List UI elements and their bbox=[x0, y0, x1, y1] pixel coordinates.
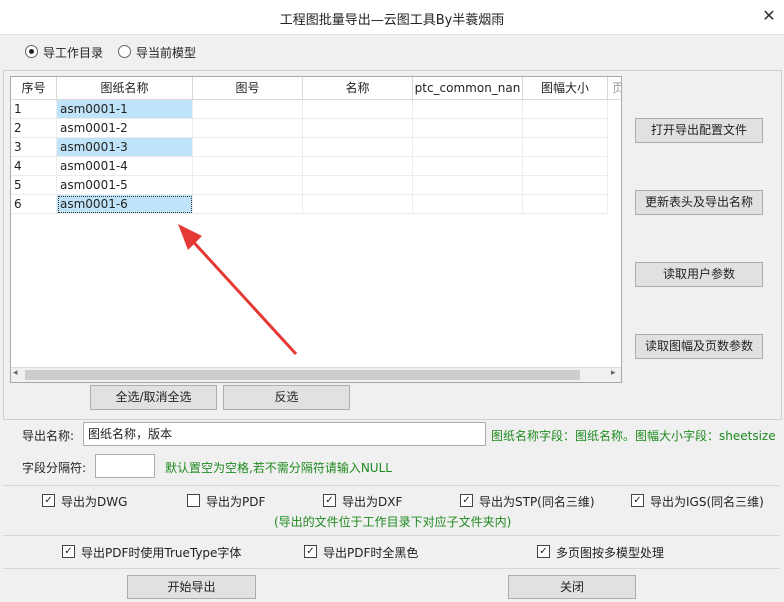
table-cell[interactable] bbox=[413, 157, 523, 176]
export-name-label: 导出名称: bbox=[22, 429, 75, 443]
close-button[interactable]: 关闭 bbox=[508, 575, 636, 599]
close-icon[interactable]: ✕ bbox=[760, 7, 778, 25]
col-header-drawing-no[interactable]: 图号 bbox=[193, 77, 303, 100]
table-cell[interactable] bbox=[523, 100, 608, 119]
row-index-cell[interactable]: 4 bbox=[11, 157, 57, 176]
checkbox-igs[interactable]: ✓ bbox=[631, 494, 644, 507]
drawing-name-cell[interactable]: asm0001-3 bbox=[57, 138, 193, 157]
col-header-name[interactable]: 名称 bbox=[303, 77, 413, 100]
scrollbar-thumb[interactable] bbox=[25, 370, 580, 380]
radio-current-model[interactable] bbox=[118, 45, 131, 58]
scroll-right-icon[interactable]: ▸ bbox=[611, 368, 616, 378]
export-location-note: (导出的文件位于工作目录下对应子文件夹内) bbox=[274, 515, 512, 529]
checkbox-multi-page[interactable]: ✓ bbox=[537, 545, 550, 558]
checkbox-truetype[interactable]: ✓ bbox=[62, 545, 75, 558]
checkbox-pdf[interactable] bbox=[187, 494, 200, 507]
table-cell[interactable] bbox=[193, 100, 303, 119]
checkbox-dxf[interactable]: ✓ bbox=[323, 494, 336, 507]
drawing-name-cell[interactable]: asm0001-4 bbox=[57, 157, 193, 176]
checkbox-dwg[interactable]: ✓ bbox=[42, 494, 55, 507]
open-config-button[interactable]: 打开导出配置文件 bbox=[635, 118, 763, 143]
start-export-button[interactable]: 开始导出 bbox=[127, 575, 256, 599]
table-cell[interactable] bbox=[523, 157, 608, 176]
table-cell[interactable] bbox=[193, 138, 303, 157]
table-cell[interactable] bbox=[303, 157, 413, 176]
col-header-ptc-common-name[interactable]: ptc_common_nan bbox=[413, 77, 523, 100]
col-header-drawing-name[interactable]: 图纸名称 bbox=[57, 77, 193, 100]
col-header-index[interactable]: 序号 bbox=[11, 77, 57, 100]
multi-page-label[interactable]: 多页图按多模型处理 bbox=[556, 544, 664, 561]
drawing-name-cell[interactable]: asm0001-5 bbox=[57, 176, 193, 195]
divider bbox=[3, 535, 780, 536]
read-sheet-params-button[interactable]: 读取图幅及页数参数 bbox=[635, 334, 763, 359]
dwg-label[interactable]: 导出为DWG bbox=[61, 493, 127, 510]
table-cell[interactable] bbox=[303, 119, 413, 138]
stp-label[interactable]: 导出为STP(同名三维) bbox=[479, 493, 595, 510]
checkbox-all-black[interactable]: ✓ bbox=[304, 545, 317, 558]
truetype-label[interactable]: 导出PDF时使用TrueType字体 bbox=[81, 544, 241, 561]
row-index-cell[interactable]: 1 bbox=[11, 100, 57, 119]
window-title: 工程图批量导出—云图工具By半蓑烟雨 bbox=[279, 13, 505, 28]
table-cell[interactable] bbox=[193, 157, 303, 176]
radio-workdir-label[interactable]: 导工作目录 bbox=[43, 44, 103, 61]
row-index-cell[interactable]: 6 bbox=[11, 195, 57, 214]
invert-selection-button[interactable]: 反选 bbox=[223, 385, 350, 410]
radio-current-model-label[interactable]: 导当前模型 bbox=[136, 44, 196, 61]
export-name-input[interactable]: 图纸名称，版本 bbox=[83, 422, 486, 446]
table-cell[interactable] bbox=[303, 195, 413, 214]
read-user-params-button[interactable]: 读取用户参数 bbox=[635, 262, 763, 287]
divider bbox=[3, 485, 780, 486]
horizontal-scrollbar[interactable]: ◂ ▸ bbox=[11, 367, 621, 382]
separator-hint: 默认置空为空格,若不需分隔符请输入NULL bbox=[165, 461, 392, 475]
table-cell[interactable] bbox=[413, 100, 523, 119]
select-all-button[interactable]: 全选/取消全选 bbox=[90, 385, 217, 410]
table-cell[interactable] bbox=[523, 176, 608, 195]
all-black-label[interactable]: 导出PDF时全黑色 bbox=[323, 544, 418, 561]
table-cell[interactable] bbox=[413, 119, 523, 138]
drawing-table[interactable]: 序号 图纸名称 图号 名称 ptc_common_nan 图幅大小 页 1asm… bbox=[10, 76, 622, 383]
separator-input[interactable] bbox=[95, 454, 155, 478]
drawing-name-cell[interactable]: asm0001-2 bbox=[57, 119, 193, 138]
table-cell[interactable] bbox=[413, 176, 523, 195]
table-cell[interactable] bbox=[193, 195, 303, 214]
table-cell[interactable] bbox=[303, 176, 413, 195]
table-cell[interactable] bbox=[523, 119, 608, 138]
table-cell[interactable] bbox=[303, 100, 413, 119]
table-cell[interactable] bbox=[523, 195, 608, 214]
table-cell[interactable] bbox=[193, 119, 303, 138]
igs-label[interactable]: 导出为IGS(同名三维) bbox=[650, 493, 764, 510]
row-index-cell[interactable]: 3 bbox=[11, 138, 57, 157]
row-index-cell[interactable]: 2 bbox=[11, 119, 57, 138]
row-index-cell[interactable]: 5 bbox=[11, 176, 57, 195]
drawing-name-cell[interactable]: asm0001-6 bbox=[57, 195, 193, 214]
table-cell[interactable] bbox=[523, 138, 608, 157]
table-cell[interactable] bbox=[303, 138, 413, 157]
table-cell[interactable] bbox=[413, 138, 523, 157]
export-name-hint: 图纸名称字段：图纸名称。图幅大小字段：sheetsize bbox=[491, 429, 776, 443]
col-header-pages[interactable]: 页 bbox=[608, 77, 621, 100]
pdf-label[interactable]: 导出为PDF bbox=[206, 493, 265, 510]
scroll-left-icon[interactable]: ◂ bbox=[13, 368, 18, 378]
checkbox-stp[interactable]: ✓ bbox=[460, 494, 473, 507]
col-header-sheet-size[interactable]: 图幅大小 bbox=[523, 77, 608, 100]
divider bbox=[3, 568, 780, 569]
separator-label: 字段分隔符: bbox=[22, 461, 87, 475]
drawing-name-cell[interactable]: asm0001-1 bbox=[57, 100, 193, 119]
update-header-button[interactable]: 更新表头及导出名称 bbox=[635, 190, 763, 215]
radio-workdir[interactable] bbox=[25, 45, 38, 58]
table-cell[interactable] bbox=[413, 195, 523, 214]
dxf-label[interactable]: 导出为DXF bbox=[342, 493, 402, 510]
table-cell[interactable] bbox=[193, 176, 303, 195]
